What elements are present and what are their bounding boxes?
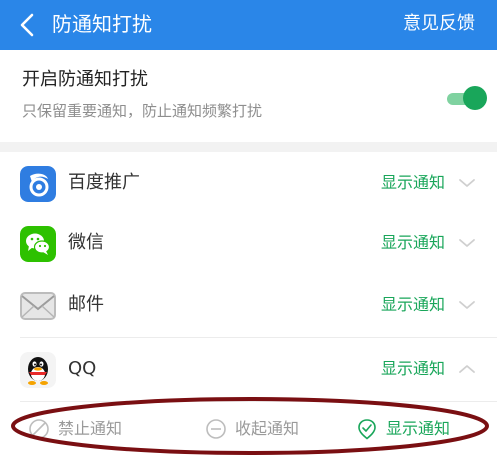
- app-name: 邮件: [68, 294, 104, 315]
- app-notify-status[interactable]: 显示通知: [381, 357, 445, 381]
- app-row-mail[interactable]: 邮件 显示通知: [0, 274, 497, 338]
- qq-icon: [20, 352, 56, 388]
- option-ban-notify[interactable]: 禁止通知: [28, 417, 148, 441]
- option-label: 显示通知: [386, 419, 451, 438]
- app-notify-status[interactable]: 显示通知: [381, 231, 445, 255]
- option-collapse-notify[interactable]: 收起通知: [205, 417, 325, 441]
- chevron-down-icon[interactable]: [458, 298, 476, 312]
- ban-icon: [29, 419, 49, 439]
- chevron-down-icon[interactable]: [458, 236, 476, 250]
- app-row-wechat[interactable]: 微信 显示通知: [0, 212, 497, 276]
- baidu-promotion-icon: [20, 166, 56, 202]
- anti-disturb-toggle-section: 开启防通知打扰 只保留重要通知，防止通知频繁打扰: [0, 50, 497, 142]
- option-label: 禁止通知: [58, 419, 123, 438]
- page-title: 防通知打扰: [52, 12, 152, 36]
- mail-icon: [20, 292, 56, 320]
- app-name: 百度推广: [68, 172, 140, 193]
- notify-options: 禁止通知 收起通知 显示通知: [0, 404, 497, 454]
- wechat-icon: [20, 226, 56, 262]
- chevron-up-icon[interactable]: [458, 362, 476, 376]
- anti-disturb-switch[interactable]: [447, 86, 487, 110]
- collapse-icon: [206, 419, 226, 439]
- app-notify-status[interactable]: 显示通知: [381, 293, 445, 317]
- app-name: 微信: [68, 232, 104, 253]
- app-header: 防通知打扰 意见反馈: [0, 0, 497, 50]
- app-notify-status[interactable]: 显示通知: [381, 171, 445, 195]
- back-arrow-icon[interactable]: [16, 12, 42, 38]
- chevron-down-icon[interactable]: [458, 176, 476, 190]
- feedback-button[interactable]: 意见反馈: [403, 11, 475, 37]
- toggle-title: 开启防通知打扰: [22, 69, 148, 90]
- switch-knob: [463, 86, 487, 110]
- row-divider: [20, 401, 497, 402]
- option-show-notify[interactable]: 显示通知: [356, 417, 476, 441]
- notify-check-icon: [358, 419, 376, 440]
- app-row-qq[interactable]: QQ 显示通知: [0, 338, 497, 402]
- toggle-subtitle: 只保留重要通知，防止通知频繁打扰: [22, 102, 263, 120]
- section-divider: [0, 142, 497, 152]
- app-row-baidu[interactable]: 百度推广 显示通知: [0, 152, 497, 216]
- app-name: QQ: [68, 358, 97, 379]
- option-label: 收起通知: [235, 419, 300, 438]
